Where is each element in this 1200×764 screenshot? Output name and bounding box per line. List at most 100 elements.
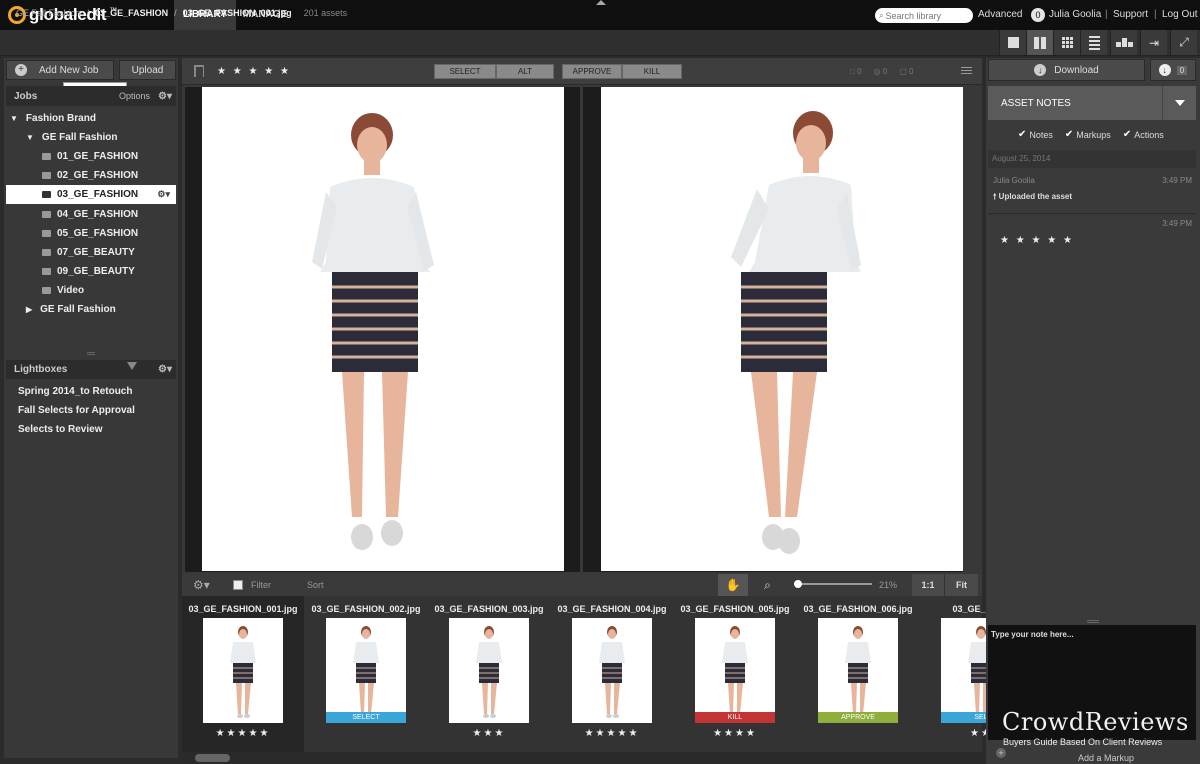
viewer-menu-icon[interactable] [961,67,972,74]
tree-item[interactable]: 03_GE_FASHION ⚙▾ [6,185,176,205]
pan-tool-icon[interactable]: ✋ [718,574,748,596]
chevron-down-icon [1174,100,1185,106]
filmstrip-thumbnail[interactable]: 03_GE_FASHION_003.jpg ★★★ [428,596,550,752]
thumbnail-star-rating[interactable]: ★★★ [428,728,550,740]
downloads-queue-button[interactable]: ↓ 0 [1150,59,1196,81]
list-view-button[interactable] [1080,30,1107,55]
one-to-one-button[interactable]: 1:1 [912,574,944,596]
folder-settings-gear-icon[interactable]: ⚙▾ [157,185,170,204]
filmstrip-thumbnail[interactable]: 03_GE_FASHION_006.jpg APPROVE [797,596,919,752]
tree-item[interactable]: 05_GE_FASHION [6,224,176,243]
filter-icon[interactable] [127,362,137,370]
breadcrumb-job[interactable]: 03_GE_FASHION [95,8,168,18]
tree-item[interactable]: 07_GE_BEAUTY [6,243,176,262]
fit-button[interactable]: Fit [944,574,978,596]
options-dropdown[interactable]: Options [119,91,150,101]
jobs-title: Jobs [14,90,38,102]
notification-badge[interactable]: 0 [1031,8,1045,22]
thumbnail-star-rating[interactable]: ★★★★★ [182,728,304,740]
comment-count[interactable]: ▢ 0 [899,67,913,76]
caret-right-icon[interactable]: ▶ [26,300,32,319]
caret-down-icon[interactable]: ▼ [10,109,18,128]
caret-down-icon[interactable]: ▼ [26,128,34,147]
filmstrip-thumbnail[interactable]: 03_GE_FASHION_001.jpg ★★★★★ [182,596,304,752]
thumbnail-star-rating[interactable]: ★★★★ [674,728,796,740]
lightbox-item[interactable]: Spring 2014_to Retouch [6,382,176,401]
zoom-slider[interactable] [794,583,872,585]
filmstrip-thumbnail[interactable]: 03_GE_FASHION_002.jpg SELECT [305,596,427,752]
tree-item[interactable]: Video [6,281,176,300]
download-count: 0 [1176,65,1188,75]
breadcrumb-root[interactable]: GE Fall Fashion [16,8,81,18]
filmstrip-scrollbar[interactable] [182,752,982,764]
compare-view-button[interactable] [1026,30,1053,55]
thumbnail-image[interactable]: KILL [695,618,775,723]
asset-image-left[interactable] [202,87,564,571]
alt-button[interactable]: ALT [496,64,554,79]
select-button[interactable]: SELECT [434,64,496,79]
filmstrip-settings-gear-icon[interactable]: ⚙▾ [193,578,210,592]
thumbnail-star-rating[interactable] [305,728,427,740]
user-name-link[interactable]: Julia Goolia [1049,9,1101,20]
kill-button[interactable]: KILL [622,64,682,79]
export-button[interactable]: ⇥ [1140,30,1167,55]
lightboxes-settings-gear-icon[interactable]: ⚙▾ [158,364,172,375]
tree-item[interactable]: 04_GE_FASHION [6,205,176,224]
scrollbar-thumb[interactable] [195,754,230,762]
upload-button[interactable]: Upload [119,60,176,80]
single-view-button[interactable] [999,30,1026,55]
thumbnail-image[interactable] [449,618,529,723]
jobs-settings-gear-icon[interactable]: ⚙▾ [158,91,172,102]
thumbnail-image[interactable] [572,618,652,723]
zoom-icon[interactable]: ⌕ [755,574,780,596]
note-author[interactable]: Julia Goolia [993,176,1035,185]
add-new-job-button[interactable]: + Add New Job [6,60,114,80]
grid-view-button[interactable] [1053,30,1080,55]
logout-link[interactable]: Log Out [1162,9,1198,20]
tree-item[interactable]: 02_GE_FASHION [6,166,176,185]
filter-label[interactable]: Filter [251,580,271,590]
resize-handle[interactable] [87,352,95,355]
asset-notes-dropdown[interactable] [1162,86,1196,120]
fullscreen-button[interactable]: ⤢ [1170,30,1197,55]
compare-count[interactable]: □ 0 [850,67,862,76]
notes-filter[interactable]: ✔ Notes [1018,129,1053,140]
tree-item[interactable]: 09_GE_BEAUTY [6,262,176,281]
tree-item[interactable]: ▼ Fashion Brand [6,109,176,128]
search-box[interactable]: ⌕ [875,8,973,23]
folder-icon [42,248,51,256]
tree-item[interactable]: 01_GE_FASHION [6,147,176,166]
note-text: Uploaded the asset [998,192,1073,201]
thumbnail-star-rating[interactable] [797,728,919,740]
viewer-star-rating[interactable]: ★ ★ ★ ★ ★ [217,66,291,77]
collapse-header-icon[interactable] [596,0,606,5]
thumbnail-image[interactable]: SELECT [326,618,406,723]
lightbox-item[interactable]: Fall Selects for Approval [6,401,176,420]
advanced-search-link[interactable]: Advanced [978,9,1022,20]
markups-filter[interactable]: ✔ Markups [1065,129,1111,140]
lightbox-item[interactable]: Selects to Review [6,420,176,439]
filter-checkbox[interactable] [233,580,243,590]
breadcrumb-separator: / [174,8,177,18]
tree-item[interactable]: ▼ GE Fall Fashion [6,128,176,147]
actions-filter[interactable]: ✔ Actions [1123,129,1164,140]
folder-icon [42,267,51,275]
thumbnail-star-rating[interactable]: ★★★★★ [551,728,673,740]
watermark: CrowdReviews Buyers Guide Based On Clien… [1002,708,1192,764]
asset-image-right[interactable] [601,87,963,571]
flag-icon[interactable] [194,65,204,77]
download-icon: ↓ [1034,64,1047,76]
filmstrip-view-button[interactable] [1110,30,1137,55]
thumbnail-image[interactable] [203,618,283,723]
filmstrip-thumbnail[interactable]: 03_GE_FASHION_005.jpg KILL ★★★★ [674,596,796,752]
tree-item[interactable]: ▶ GE Fall Fashion [6,300,176,319]
support-link[interactable]: Support [1113,9,1148,20]
approve-button[interactable]: APPROVE [562,64,622,79]
search-input[interactable] [885,10,966,21]
filmstrip-thumbnail[interactable]: 03_GE_FASHION_004.jpg ★★★★★ [551,596,673,752]
thumbnail-image[interactable]: APPROVE [818,618,898,723]
sort-dropdown[interactable]: Sort [307,580,324,590]
markup-count[interactable]: ◎ 0 [874,67,888,76]
resize-handle[interactable] [1087,620,1099,623]
download-button[interactable]: ↓ Download [988,59,1145,81]
